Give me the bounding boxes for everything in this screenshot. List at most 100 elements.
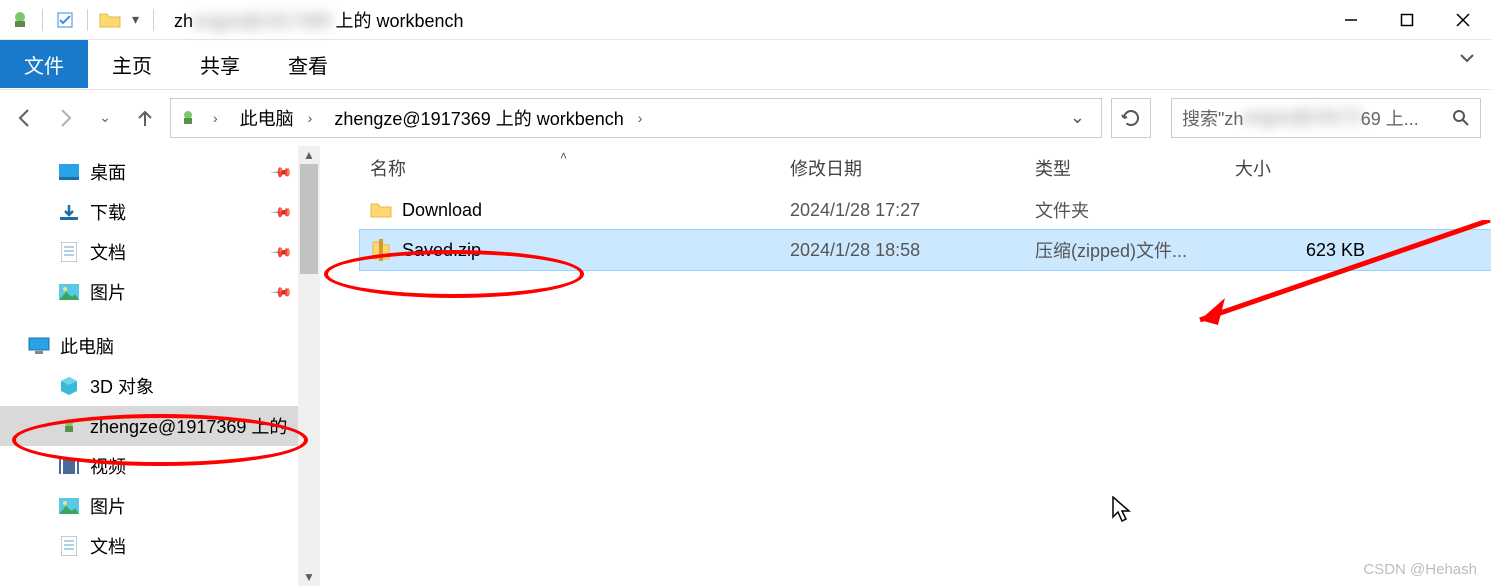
sidebar-item-documents-pc[interactable]: 文档 <box>0 526 320 566</box>
up-button[interactable] <box>130 103 160 133</box>
column-headers: ˄ 名称 修改日期 类型 大小 <box>360 146 1491 190</box>
sidebar-item-label: 文档 <box>90 239 126 265</box>
computer-icon <box>28 335 50 357</box>
pin-icon: 📌 <box>269 280 293 304</box>
file-name: Download <box>402 200 482 221</box>
remote-icon <box>58 415 80 437</box>
sidebar-item-label: 视频 <box>90 453 126 479</box>
folder-icon[interactable] <box>98 8 122 32</box>
pin-icon: 📌 <box>269 200 293 224</box>
tab-file[interactable]: 文件 <box>0 40 88 88</box>
file-list: ˄ 名称 修改日期 类型 大小 Download 2024/1/28 17:27… <box>320 146 1491 586</box>
refresh-button[interactable] <box>1111 98 1151 138</box>
address-bar[interactable]: › 此电脑› zhengze@1917369 上的 workbench› ⌄ <box>170 98 1102 138</box>
column-date[interactable]: 修改日期 <box>790 155 1035 181</box>
separator <box>153 9 154 31</box>
tab-view[interactable]: 查看 <box>264 40 352 88</box>
document-icon <box>58 241 80 263</box>
file-row[interactable]: Download 2024/1/28 17:27 文件夹 <box>360 190 1491 230</box>
file-date: 2024/1/28 17:27 <box>790 200 1035 221</box>
location-icon <box>177 107 199 129</box>
column-name[interactable]: ˄ 名称 <box>360 155 790 181</box>
search-placeholder: 搜索"zh <box>1182 105 1243 131</box>
sidebar-item-label: 桌面 <box>90 159 126 185</box>
sidebar-item-documents[interactable]: 文档 📌 <box>0 232 320 272</box>
quick-access-toolbar: ▾ <box>0 8 166 32</box>
title-text-blurred: engze@1917369 <box>193 11 330 31</box>
sidebar-item-label: 下载 <box>90 199 126 225</box>
file-type: 文件夹 <box>1035 197 1235 223</box>
sidebar-item-pictures-pc[interactable]: 图片 <box>0 486 320 526</box>
breadcrumb-label: zhengze@1917369 上的 workbench <box>334 105 623 131</box>
desktop-icon <box>58 161 80 183</box>
file-row[interactable]: Saved.zip 2024/1/28 18:58 压缩(zipped)文件..… <box>360 230 1491 270</box>
window-title: zhengze@1917369 上的 workbench <box>166 7 463 33</box>
scroll-down-icon[interactable]: ▼ <box>298 568 320 586</box>
properties-icon[interactable] <box>53 8 77 32</box>
column-label: 名称 <box>370 159 406 179</box>
sidebar-item-label: zhengze@1917369 上的 <box>90 413 287 439</box>
search-input[interactable]: 搜索"zhengze@1917369 上... <box>1171 98 1481 138</box>
scroll-up-icon[interactable]: ▲ <box>298 146 320 164</box>
sidebar-item-desktop[interactable]: 桌面 📌 <box>0 152 320 192</box>
pin-icon: 📌 <box>269 160 293 184</box>
minimize-button[interactable] <box>1323 0 1379 40</box>
ribbon-tabs: 文件 主页 共享 查看 <box>0 40 1491 90</box>
file-date: 2024/1/28 18:58 <box>790 240 1035 261</box>
search-placeholder-blurred: engze@19173 <box>1243 107 1360 128</box>
sidebar-item-label: 图片 <box>90 279 126 305</box>
sidebar-item-label: 图片 <box>90 493 126 519</box>
zip-icon <box>370 239 392 261</box>
breadcrumb-label: 此电脑 <box>240 105 294 131</box>
sidebar-scrollbar[interactable]: ▲ ▼ <box>298 146 320 586</box>
picture-icon <box>58 281 80 303</box>
back-button[interactable] <box>10 103 40 133</box>
sort-indicator-icon: ˄ <box>560 149 567 163</box>
address-dropdown-icon[interactable]: ⌄ <box>1060 107 1095 128</box>
column-size[interactable]: 大小 <box>1235 155 1365 181</box>
scroll-thumb[interactable] <box>300 164 318 274</box>
navigation-pane: 桌面 📌 下载 📌 文档 📌 图片 📌 此电脑 3D 对象 <box>0 146 320 586</box>
column-type[interactable]: 类型 <box>1035 155 1235 181</box>
title-text: 上的 workbench <box>335 11 463 31</box>
sidebar-item-3dobjects[interactable]: 3D 对象 <box>0 366 320 406</box>
window-controls <box>1323 0 1491 40</box>
navigation-bar: ⌄ › 此电脑› zhengze@1917369 上的 workbench› ⌄… <box>0 90 1491 146</box>
breadcrumb-item[interactable]: zhengze@1917369 上的 workbench› <box>326 101 650 135</box>
main-area: 桌面 📌 下载 📌 文档 📌 图片 📌 此电脑 3D 对象 <box>0 146 1491 586</box>
file-size: 623 KB <box>1235 240 1365 261</box>
sidebar-item-label: 此电脑 <box>60 333 114 359</box>
cursor-icon <box>1112 496 1132 522</box>
tab-share[interactable]: 共享 <box>176 40 264 88</box>
pin-icon: 📌 <box>269 240 293 264</box>
sidebar-item-label: 3D 对象 <box>90 373 154 399</box>
breadcrumb-chevron[interactable]: › <box>205 106 226 130</box>
download-icon <box>58 201 80 223</box>
qat-dropdown-icon[interactable]: ▾ <box>128 11 143 28</box>
separator <box>42 9 43 31</box>
sidebar-item-thispc[interactable]: 此电脑 <box>0 326 320 366</box>
ribbon-expand-icon[interactable] <box>1443 40 1491 76</box>
sidebar-item-pictures[interactable]: 图片 📌 <box>0 272 320 312</box>
sidebar-item-remote-workbench[interactable]: zhengze@1917369 上的 <box>0 406 320 446</box>
titlebar: ▾ zhengze@1917369 上的 workbench <box>0 0 1491 40</box>
app-icon <box>8 8 32 32</box>
3d-icon <box>58 375 80 397</box>
separator <box>87 9 88 31</box>
sidebar-item-videos[interactable]: 视频 <box>0 446 320 486</box>
sidebar-item-label: 文档 <box>90 533 126 559</box>
close-button[interactable] <box>1435 0 1491 40</box>
history-dropdown-icon[interactable]: ⌄ <box>90 103 120 133</box>
watermark: CSDN @Hehash <box>1363 561 1477 578</box>
search-placeholder: 69 上... <box>1361 105 1419 131</box>
file-type: 压缩(zipped)文件... <box>1035 237 1235 263</box>
folder-icon <box>370 199 392 221</box>
maximize-button[interactable] <box>1379 0 1435 40</box>
tab-home[interactable]: 主页 <box>88 40 176 88</box>
forward-button[interactable] <box>50 103 80 133</box>
document-icon <box>58 535 80 557</box>
file-name: Saved.zip <box>402 240 481 261</box>
sidebar-item-downloads[interactable]: 下载 📌 <box>0 192 320 232</box>
video-icon <box>58 455 80 477</box>
breadcrumb-item[interactable]: 此电脑› <box>232 101 321 135</box>
